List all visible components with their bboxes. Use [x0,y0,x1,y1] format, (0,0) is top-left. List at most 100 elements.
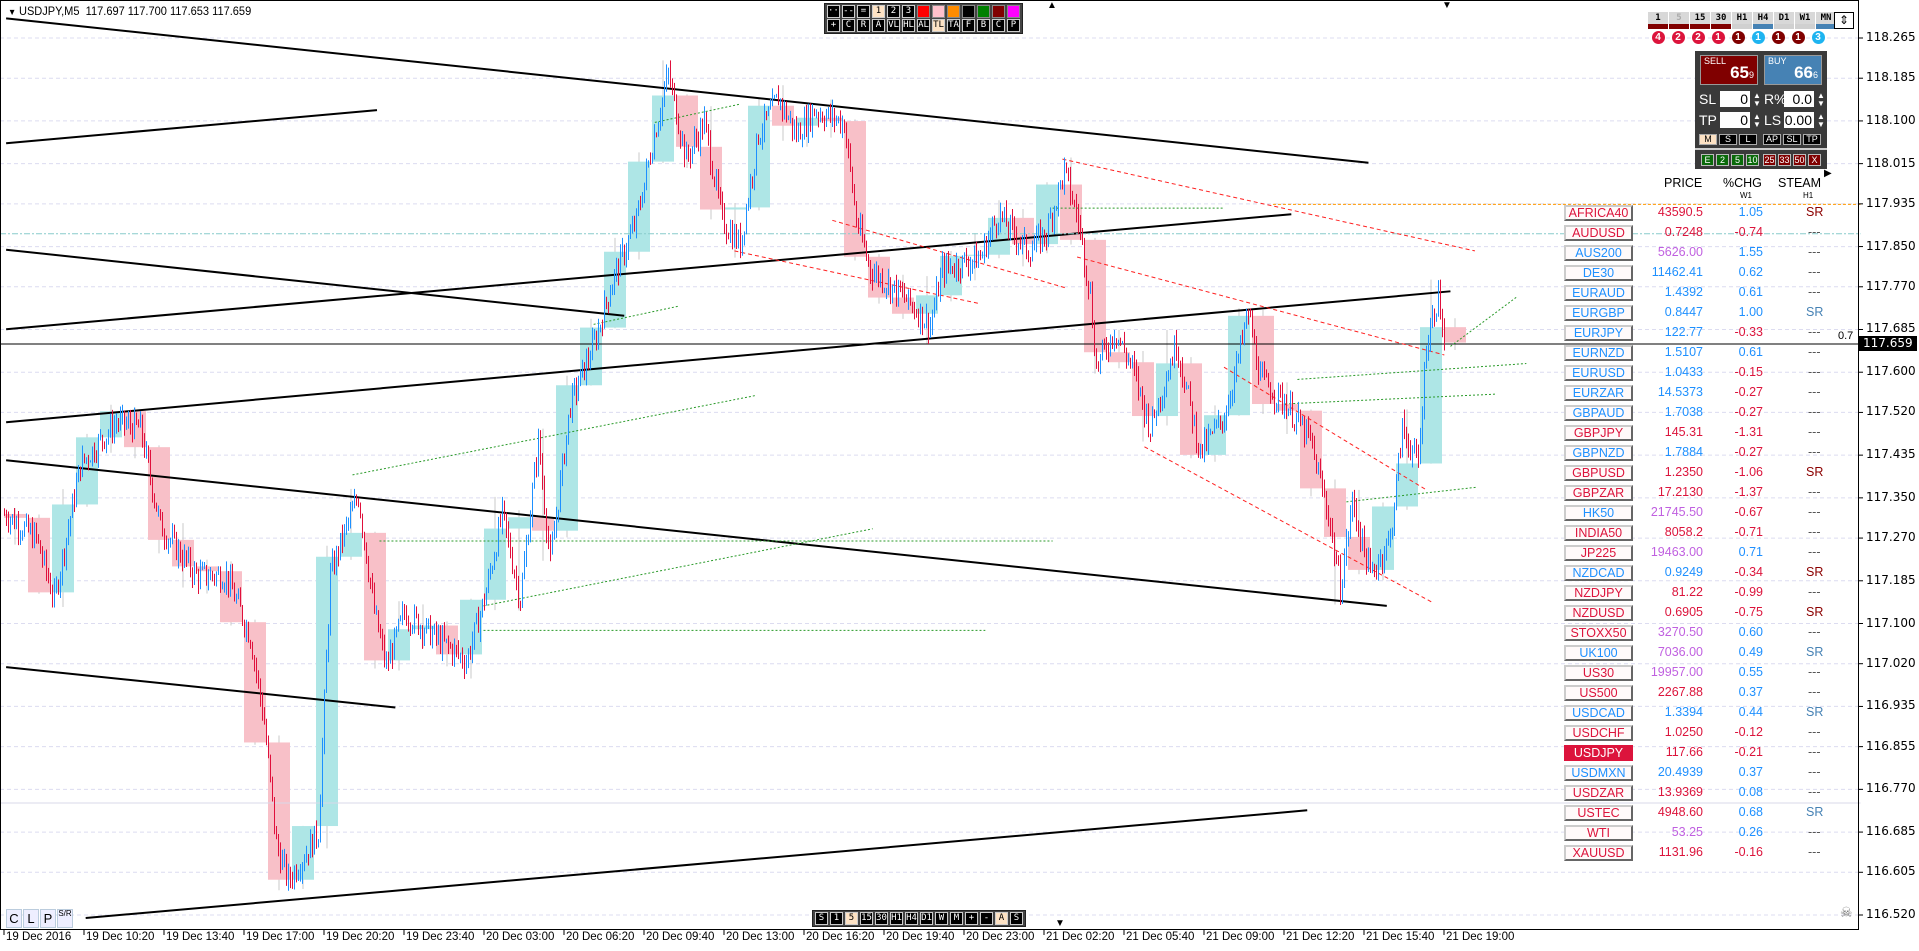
clp-button-p[interactable]: P [40,909,56,928]
close-percent-button[interactable]: 10 [1746,154,1759,166]
symbol-button-gbpzar[interactable]: GBPZAR [1564,485,1633,501]
timeframe-button[interactable]: S [1010,912,1023,925]
red-channel-line[interactable] [1062,158,1476,252]
mode-button-ap[interactable]: AP [1763,134,1781,145]
symbol-button-us30[interactable]: US30 [1564,665,1633,681]
mode-button-sl[interactable]: SL [1783,134,1801,145]
symbol-button-us500[interactable]: US500 [1564,685,1633,701]
line-style-button[interactable]: ··· [827,5,840,18]
tf-label-H4[interactable]: H4 [1753,12,1773,24]
symbol-button-wti[interactable]: WTI [1564,825,1633,841]
symbol-button-gbpaud[interactable]: GBPAUD [1564,405,1633,421]
timeframe-button[interactable]: 30 [875,912,888,925]
color-swatch-button[interactable] [932,5,945,18]
timeframe-button[interactable]: + [965,912,978,925]
symbol-button-gbpjpy[interactable]: GBPJPY [1564,425,1633,441]
risk-input[interactable]: 0.0 [1784,91,1814,107]
color-swatch-button[interactable] [977,5,990,18]
color-swatch-button[interactable] [947,5,960,18]
tf-label-1[interactable]: 1 [1648,12,1668,24]
color-swatch-button[interactable] [1007,5,1020,18]
tf-label-5[interactable]: 5 [1669,12,1689,24]
symbol-button-gbpusd[interactable]: GBPUSD [1564,465,1633,481]
lots-input[interactable]: 0.00 [1784,112,1814,128]
draw-tool-button[interactable]: TA [947,19,960,32]
symbol-button-india50[interactable]: INDIA50 [1564,525,1633,541]
symbol-button-audusd[interactable]: AUDUSD [1564,225,1633,241]
symbol-button-eurusd[interactable]: EURUSD [1564,365,1633,381]
symbol-button-gbpnzd[interactable]: GBPNZD [1564,445,1633,461]
line-style-button[interactable]: 1 [872,5,885,18]
draw-tool-button[interactable]: F [962,19,975,32]
symbol-button-nzdjpy[interactable]: NZDJPY [1564,585,1633,601]
panel-toggle-updown-icon[interactable]: ⇕ [1834,12,1854,29]
color-swatch-button[interactable] [962,5,975,18]
symbol-button-africa40[interactable]: AFRICA40 [1564,205,1633,221]
draw-tool-button[interactable]: TL [932,19,945,32]
symbol-button-usdzar[interactable]: USDZAR [1564,785,1633,801]
draw-tool-button[interactable]: C [992,19,1005,32]
clp-button-c[interactable]: C [6,909,22,928]
timeframe-button[interactable]: A [995,912,1008,925]
timeframe-button[interactable]: D1 [920,912,933,925]
timeframe-button[interactable]: S [815,912,828,925]
toolbar-collapse-up-icon[interactable]: ▲ [1047,0,1057,11]
tf-label-30[interactable]: 30 [1711,12,1731,24]
draw-tool-button[interactable]: VL [887,19,900,32]
trendline[interactable] [6,109,378,145]
symbol-button-usdmxn[interactable]: USDMXN [1564,765,1633,781]
draw-tool-button[interactable]: HL [902,19,915,32]
close-percent-button[interactable]: 5 [1731,154,1744,166]
symbol-button-usdcad[interactable]: USDCAD [1564,705,1633,721]
red-channel-line[interactable] [1223,366,1427,491]
symbol-button-nzdusd[interactable]: NZDUSD [1564,605,1633,621]
symbol-button-eurzar[interactable]: EURZAR [1564,385,1633,401]
green-projection-line[interactable] [1285,393,1496,405]
risk-spinner-icon[interactable]: ▲ ▼ [1817,92,1825,108]
close-percent-button[interactable]: E [1701,154,1714,166]
symbol-button-eurgbp[interactable]: EURGBP [1564,305,1633,321]
symbol-button-xauusd[interactable]: XAUUSD [1564,845,1633,861]
timeframe-button[interactable]: 15 [860,912,873,925]
timeframe-button[interactable]: - [980,912,993,925]
symbol-button-ustec[interactable]: USTEC [1564,805,1633,821]
draw-tool-button[interactable]: P [1007,19,1020,32]
draw-tool-button[interactable]: B [977,19,990,32]
mode-button-l[interactable]: L [1739,134,1757,145]
sell-button[interactable]: SELL 659 [1700,55,1758,85]
symbol-button-jp225[interactable]: JP225 [1564,545,1633,561]
draw-tool-button[interactable]: + [827,19,840,32]
mode-button-s[interactable]: S [1719,134,1737,145]
draw-tool-button[interactable]: AL [917,19,930,32]
green-projection-line[interactable] [352,394,757,476]
green-projection-line[interactable] [1450,295,1519,347]
close-percent-button[interactable]: 33 [1778,154,1791,166]
line-style-button[interactable]: = [857,5,870,18]
line-style-button[interactable]: 2 [887,5,900,18]
tp-spinner-icon[interactable]: ▲ ▼ [1753,113,1761,129]
tf-label-W1[interactable]: W1 [1795,12,1815,24]
mode-button-tp[interactable]: TP [1803,134,1821,145]
color-swatch-button[interactable] [992,5,1005,18]
clp-button-sr[interactable]: S/R [57,909,73,928]
symbol-button-hk50[interactable]: HK50 [1564,505,1633,521]
mode-button-m[interactable]: M [1699,134,1717,145]
symbol-button-stoxx50[interactable]: STOXX50 [1564,625,1633,641]
trendline[interactable] [6,459,1387,607]
color-swatch-button[interactable] [917,5,930,18]
symbol-button-aus200[interactable]: AUS200 [1564,245,1633,261]
timeframe-button[interactable]: H1 [890,912,903,925]
green-projection-line[interactable] [483,528,873,607]
timeframe-button[interactable]: H4 [905,912,918,925]
clp-button-l[interactable]: L [23,909,39,928]
symbol-button-nzdcad[interactable]: NZDCAD [1564,565,1633,581]
timeframe-button[interactable]: 5 [845,912,858,925]
sl-input[interactable]: 0 [1720,91,1750,107]
close-percent-button[interactable]: 50 [1793,154,1806,166]
green-projection-line[interactable] [1297,363,1527,380]
line-style-button[interactable]: 3 [902,5,915,18]
buy-button[interactable]: BUY 666 [1764,55,1822,85]
tf-label-H1[interactable]: H1 [1732,12,1752,24]
symbol-button-eurnzd[interactable]: EURNZD [1564,345,1633,361]
timeframe-button[interactable]: W [935,912,948,925]
